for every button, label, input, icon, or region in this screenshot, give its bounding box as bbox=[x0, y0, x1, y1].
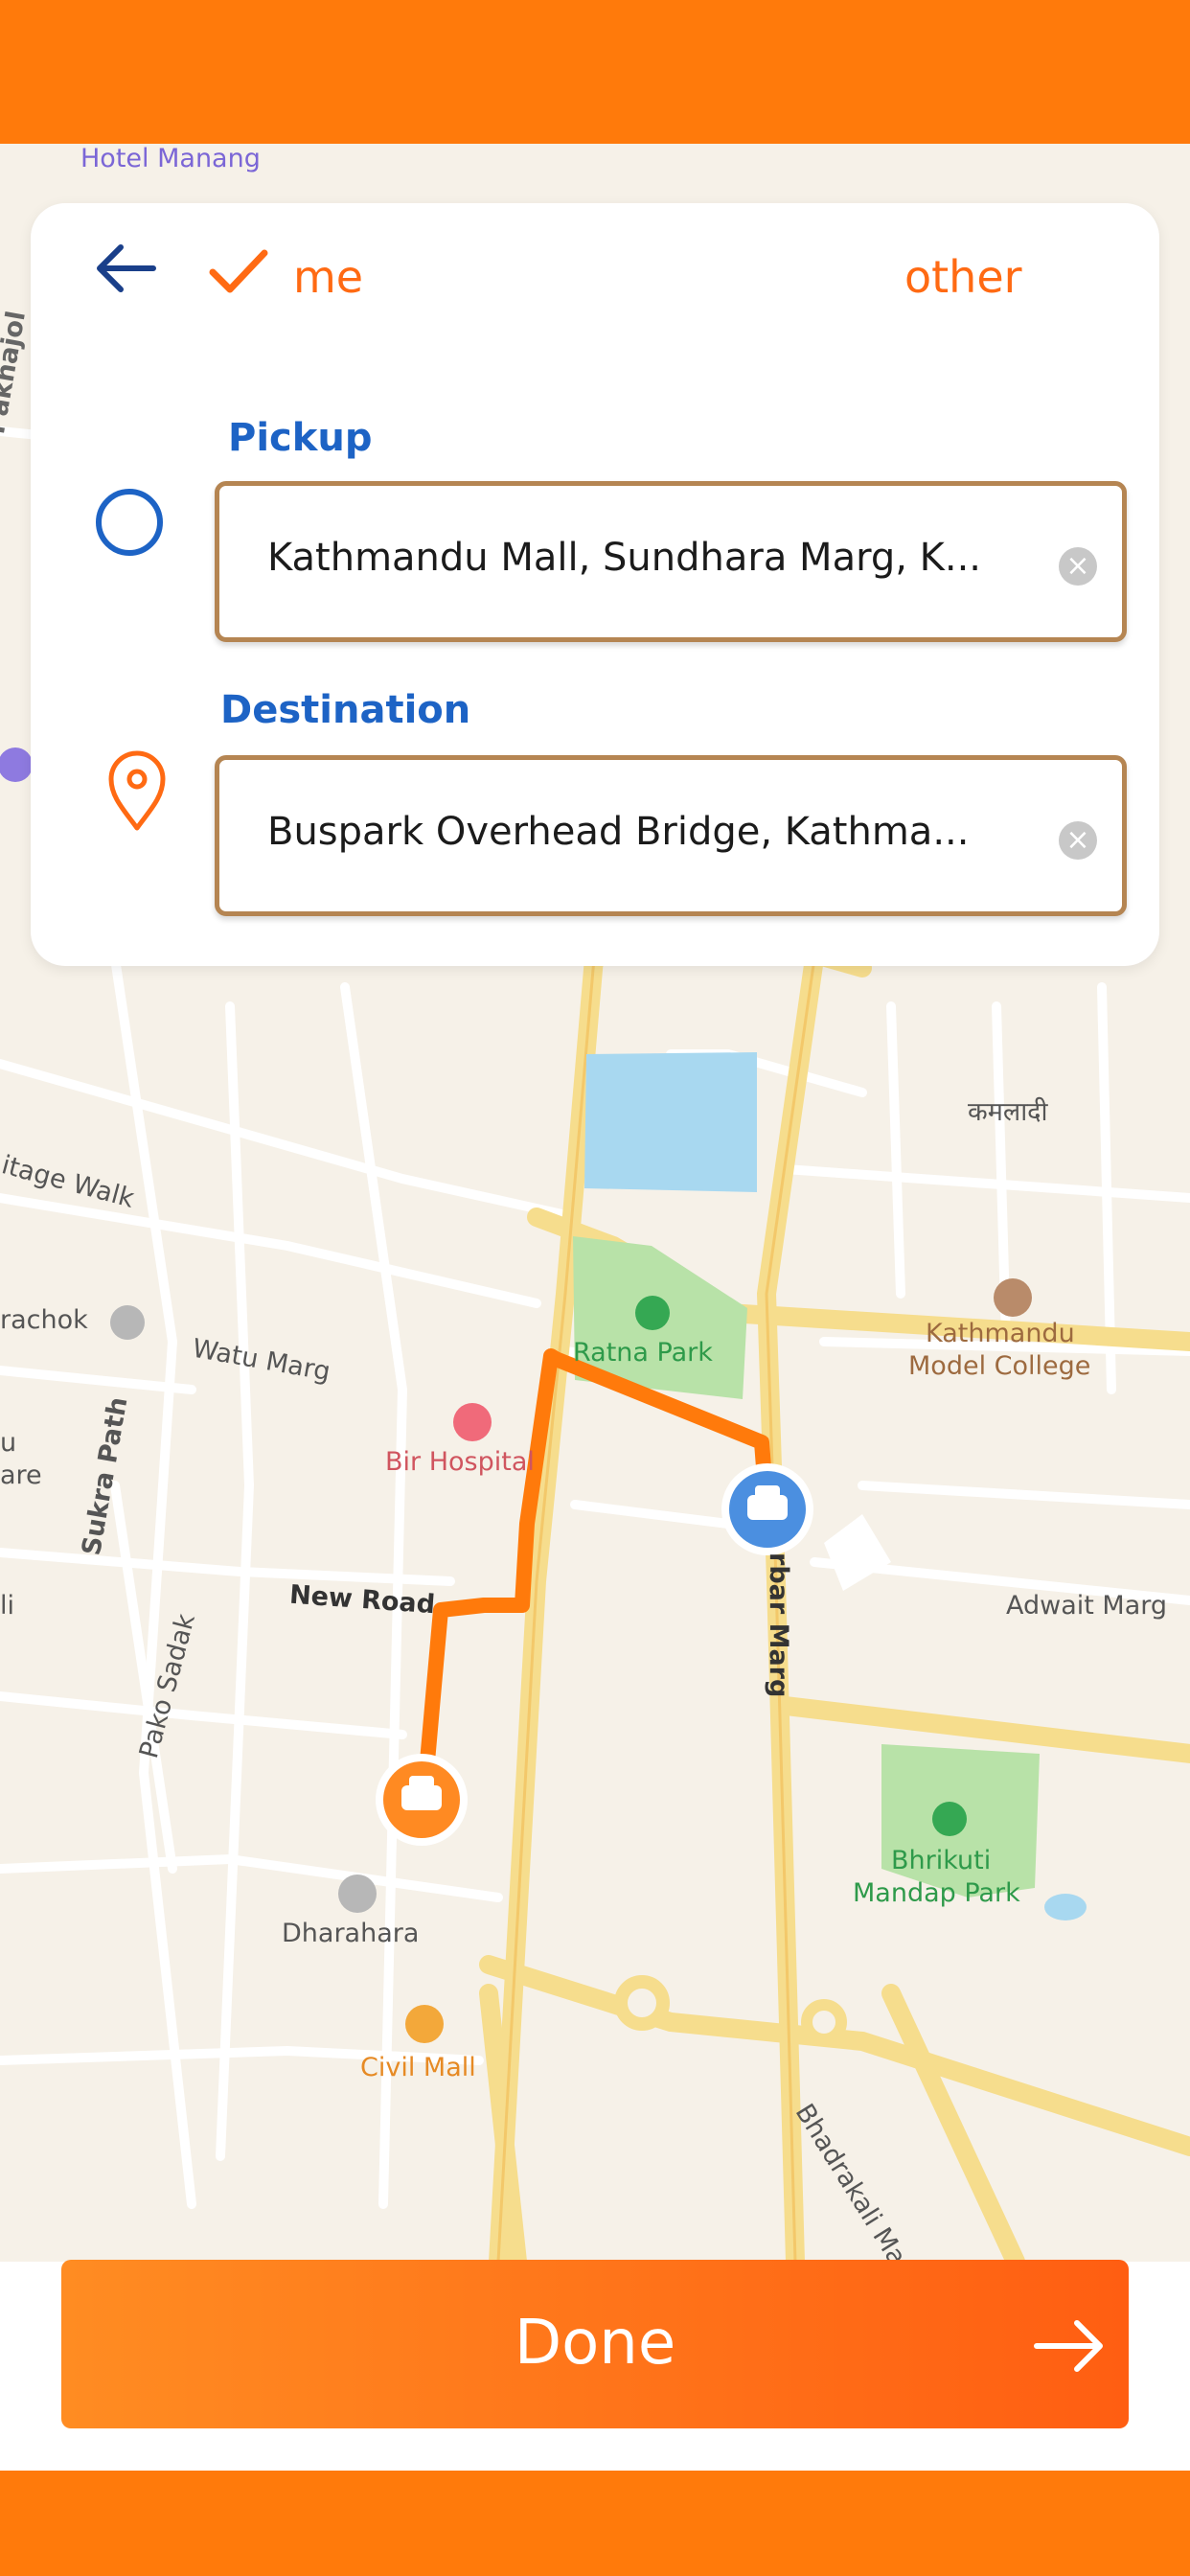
bottom-bar bbox=[0, 2471, 1190, 2576]
arrow-right-icon bbox=[1034, 2320, 1103, 2372]
pond bbox=[584, 1052, 757, 1192]
map-label-bhrikuti-1: Bhrikuti bbox=[891, 1846, 992, 1875]
circle-icon bbox=[96, 489, 163, 556]
taxi-marker-orange[interactable] bbox=[376, 1754, 468, 1846]
destination-title: Destination bbox=[220, 688, 471, 732]
me-option[interactable]: me bbox=[293, 251, 363, 303]
map-label-bir-hospital: Bir Hospital bbox=[385, 1447, 535, 1477]
clear-pickup-icon[interactable]: × bbox=[1059, 547, 1097, 586]
map-label-durbar-marg: rbar Marg bbox=[764, 1552, 793, 1698]
map-label-kathmandu-model-1: Kathmandu bbox=[926, 1319, 1075, 1348]
arrow-left-icon[interactable] bbox=[92, 240, 159, 297]
destination-value: Buspark Overhead Bridge, Kathma... bbox=[267, 810, 970, 854]
clear-destination-icon[interactable]: × bbox=[1059, 821, 1097, 860]
done-button[interactable]: Done bbox=[61, 2260, 1129, 2428]
status-bar bbox=[0, 0, 1190, 144]
destination-input[interactable]: Buspark Overhead Bridge, Kathma... × bbox=[215, 755, 1127, 916]
location-pin-icon bbox=[108, 750, 166, 831]
other-option[interactable]: other bbox=[904, 251, 1022, 303]
checkmark-icon bbox=[209, 249, 268, 293]
taxi-marker-blue[interactable] bbox=[721, 1463, 813, 1555]
map-label-kamaladi: कमलादी bbox=[968, 1097, 1048, 1127]
done-label: Done bbox=[514, 2308, 676, 2379]
map-label-ratna-park: Ratna Park bbox=[573, 1338, 713, 1368]
map-label-indrachok: rachok bbox=[0, 1305, 88, 1335]
map-label-kathmandu-model-2: Model College bbox=[908, 1351, 1091, 1381]
pickup-value: Kathmandu Mall, Sundhara Marg, K... bbox=[267, 536, 982, 580]
map-label-dharahara: Dharahara bbox=[282, 1919, 420, 1948]
map-label-civil-mall: Civil Mall bbox=[360, 2053, 476, 2082]
map-label-hotel-manang: Hotel Manang bbox=[80, 144, 261, 173]
map-label-left-edge-1: u bbox=[0, 1428, 17, 1458]
map-label-bhrikuti-2: Mandap Park bbox=[853, 1878, 1020, 1908]
map-label-adwait-marg: Adwait Marg bbox=[1006, 1591, 1168, 1621]
pickup-input[interactable]: Kathmandu Mall, Sundhara Marg, K... × bbox=[215, 481, 1127, 642]
map-label-left-edge-2: are bbox=[0, 1460, 42, 1490]
pickup-title: Pickup bbox=[228, 416, 373, 460]
map-label-left-edge-3: li bbox=[0, 1591, 15, 1621]
